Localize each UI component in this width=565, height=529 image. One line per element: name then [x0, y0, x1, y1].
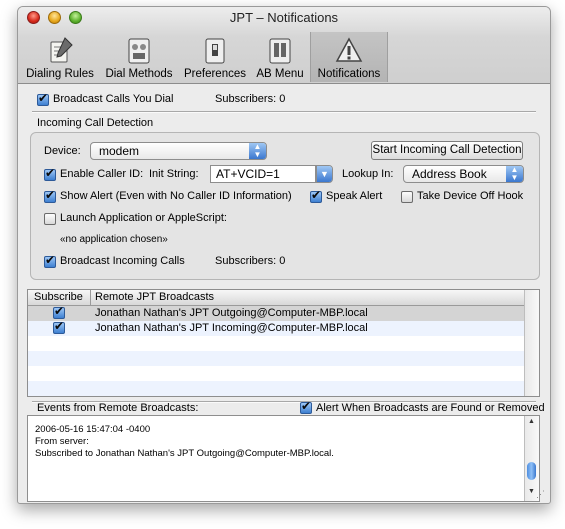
toolbar-label: Notifications: [317, 68, 381, 80]
init-string-label: Init String:: [149, 168, 199, 180]
show-alert-checkbox[interactable]: [44, 188, 56, 203]
log-line: 2006-05-16 15:47:04 -0400: [35, 424, 151, 435]
toolbar-label: Dialing Rules: [26, 68, 94, 80]
table-scrollbar[interactable]: [524, 290, 539, 396]
alert-broadcasts-checkbox[interactable]: [300, 399, 312, 414]
scroll-thumb[interactable]: [527, 462, 536, 480]
launch-app-label: Launch Application or AppleScript:: [60, 212, 227, 224]
lookup-popup[interactable]: Address Book ▲ ▼: [403, 165, 524, 183]
titlebar: JPT – Notifications Dialing Rules Dial M…: [18, 7, 550, 84]
popup-arrows-icon: ▲ ▼: [506, 166, 523, 182]
lookup-label: Lookup In:: [342, 168, 394, 180]
table-row[interactable]: Jonathan Nathan's JPT Incoming@Computer-…: [28, 319, 525, 336]
speak-alert-label: Speak Alert: [326, 190, 383, 202]
dial-methods-icon: [128, 38, 150, 64]
chosen-app-text: «no application chosen»: [60, 234, 168, 245]
scroll-down-icon[interactable]: ▼: [528, 488, 535, 495]
device-value: modem: [99, 144, 140, 158]
notifications-icon: [335, 37, 363, 62]
scroll-up-icon[interactable]: ▲: [528, 418, 535, 425]
toolbar-label: Dial Methods: [105, 68, 173, 80]
ab-menu-icon: [269, 38, 291, 64]
events-log[interactable]: 2006-05-16 15:47:04 -0400 From server: S…: [27, 415, 540, 502]
remote-broadcasts-table[interactable]: Subscribe Remote JPT Broadcasts Jonathan…: [27, 289, 540, 397]
empty-row: [28, 351, 525, 366]
broadcast-calls-label: Broadcast Calls You Dial: [53, 93, 174, 105]
toolbar-ab-menu[interactable]: AB Menu: [252, 32, 308, 82]
window: JPT – Notifications Dialing Rules Dial M…: [17, 6, 551, 504]
toolbar-dialing-rules[interactable]: Dialing Rules: [22, 32, 98, 82]
broadcast-incoming-label: Broadcast Incoming Calls: [60, 255, 185, 267]
speak-alert-checkbox[interactable]: [310, 188, 322, 203]
device-popup[interactable]: modem ▲ ▼: [90, 142, 267, 160]
init-string-value: AT+VCID=1: [216, 167, 280, 181]
device-label: Device:: [44, 145, 81, 157]
column-divider: [90, 290, 91, 305]
log-line: Subscribed to Jonathan Nathan's JPT Outg…: [35, 448, 334, 459]
launch-app-checkbox[interactable]: [44, 213, 56, 225]
table-header: Subscribe Remote JPT Broadcasts: [28, 290, 525, 306]
dialing-rules-icon: [50, 37, 73, 63]
empty-row: [28, 381, 525, 396]
window-title: JPT – Notifications: [229, 10, 339, 25]
toolbar-dial-methods[interactable]: Dial Methods: [100, 32, 178, 82]
column-header-subscribe[interactable]: Subscribe: [34, 291, 83, 303]
separator: [32, 111, 536, 113]
broadcast-name: Jonathan Nathan's JPT Outgoing@Computer-…: [95, 307, 368, 319]
empty-row: [28, 336, 525, 351]
broadcast-calls-checkbox[interactable]: [37, 91, 49, 106]
caller-id-label: Enable Caller ID:: [60, 168, 144, 180]
popup-arrows-icon: ▲ ▼: [249, 143, 266, 159]
toolbar-label: Preferences: [183, 68, 246, 80]
alert-broadcasts-label: Alert When Broadcasts are Found or Remov…: [316, 402, 545, 414]
subscribe-checkbox[interactable]: [53, 304, 65, 319]
table-row[interactable]: Jonathan Nathan's JPT Outgoing@Computer-…: [28, 304, 525, 321]
offhook-checkbox[interactable]: [401, 191, 413, 203]
lookup-value: Address Book: [412, 167, 487, 181]
broadcast-incoming-checkbox[interactable]: [44, 253, 56, 268]
toolbar-notifications[interactable]: Notifications: [310, 32, 388, 82]
chevron-down-icon: ▼: [317, 166, 332, 182]
preferences-icon: [205, 38, 225, 64]
toolbar-label: AB Menu: [256, 68, 304, 80]
column-header-broadcasts[interactable]: Remote JPT Broadcasts: [95, 291, 214, 303]
broadcast-name: Jonathan Nathan's JPT Incoming@Computer-…: [95, 322, 368, 334]
incoming-group-title: Incoming Call Detection: [37, 117, 154, 129]
empty-row: [28, 366, 525, 381]
dial-subscribers-count: Subscribers: 0: [215, 93, 286, 105]
start-detection-button[interactable]: Start Incoming Call Detection: [371, 141, 523, 160]
caller-id-checkbox[interactable]: [44, 166, 56, 181]
events-label: Events from Remote Broadcasts:: [37, 402, 199, 414]
resize-grip-icon[interactable]: ⋰: [536, 490, 545, 499]
offhook-label: Take Device Off Hook: [417, 190, 524, 202]
incoming-subscribers-count: Subscribers: 0: [215, 255, 286, 267]
init-string-dropdown[interactable]: ▼: [316, 165, 333, 183]
init-string-field[interactable]: AT+VCID=1: [210, 165, 316, 183]
toolbar-preferences[interactable]: Preferences: [180, 32, 250, 82]
show-alert-label: Show Alert (Even with No Caller ID Infor…: [60, 190, 292, 202]
log-line: From server:: [35, 436, 89, 447]
subscribe-checkbox[interactable]: [53, 319, 65, 334]
